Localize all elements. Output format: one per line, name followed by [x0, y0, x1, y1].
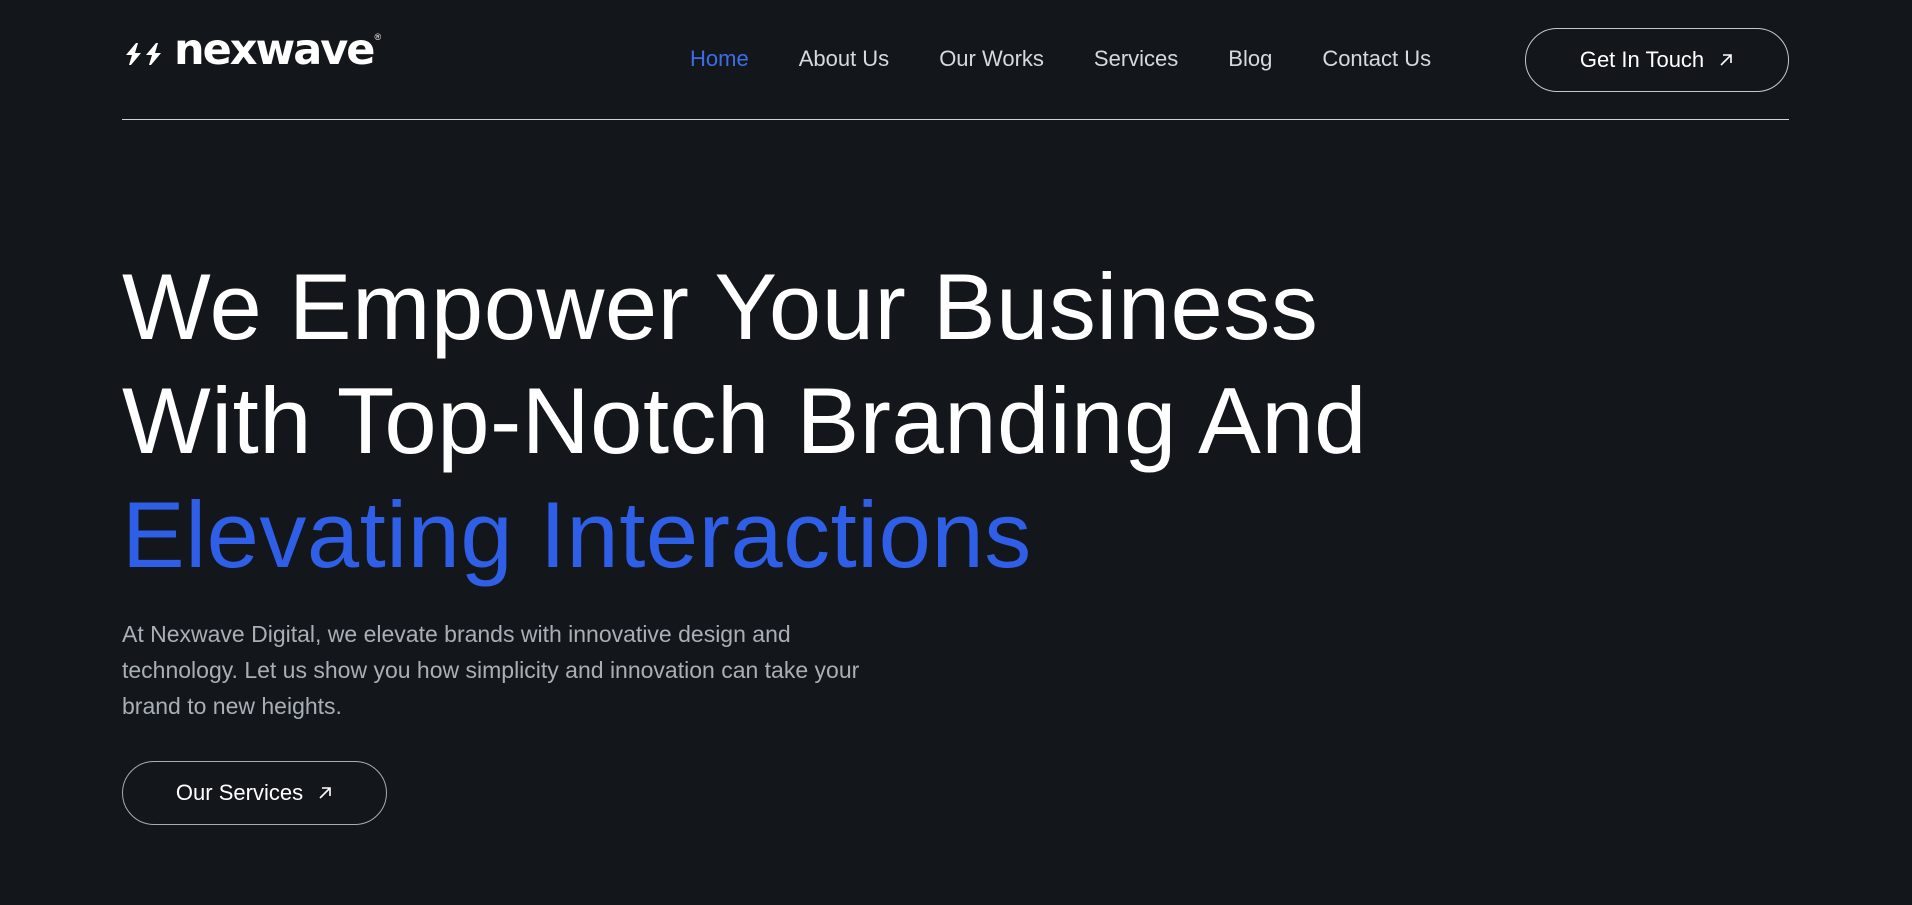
nav-item-about-us[interactable]: About Us — [799, 44, 890, 74]
arrow-up-right-icon — [1720, 54, 1732, 66]
nav-item-services[interactable]: Services — [1094, 44, 1178, 74]
nav-item-blog[interactable]: Blog — [1228, 44, 1272, 74]
double-bolt-logo-icon — [126, 43, 161, 65]
hero-title: We Empower Your Business With Top-Notch … — [122, 250, 1367, 592]
our-services-button[interactable]: Our Services — [122, 761, 387, 825]
our-services-label: Our Services — [175, 780, 304, 805]
hero-title-line-1: We Empower Your Business — [122, 254, 1319, 359]
get-in-touch-label: Get In Touch — [1579, 47, 1705, 72]
hero-description: At Nexwave Digital, we elevate brands wi… — [122, 621, 860, 719]
get-in-touch-button[interactable]: Get In Touch — [1525, 28, 1789, 92]
hero-title-accent-line: Elevating Interactions — [122, 482, 1032, 587]
hero-title-line-2: With Top-Notch Branding And — [122, 368, 1367, 473]
brand-logo[interactable]: nexwave ® — [122, 24, 382, 75]
brand-name: nexwave — [174, 24, 375, 75]
hero-section: We Empower Your Business With Top-Notch … — [122, 250, 1367, 592]
arrow-up-right-icon — [319, 787, 331, 799]
nav-item-our-works[interactable]: Our Works — [939, 44, 1044, 74]
main-nav: Home About Us Our Works Services Blog Co… — [690, 44, 1481, 74]
registered-mark: ® — [374, 32, 382, 42]
site-header: nexwave ® Home About Us Our Works Service… — [122, 0, 1789, 120]
nav-item-home[interactable]: Home — [690, 44, 749, 74]
nav-item-contact-us[interactable]: Contact Us — [1322, 44, 1431, 74]
